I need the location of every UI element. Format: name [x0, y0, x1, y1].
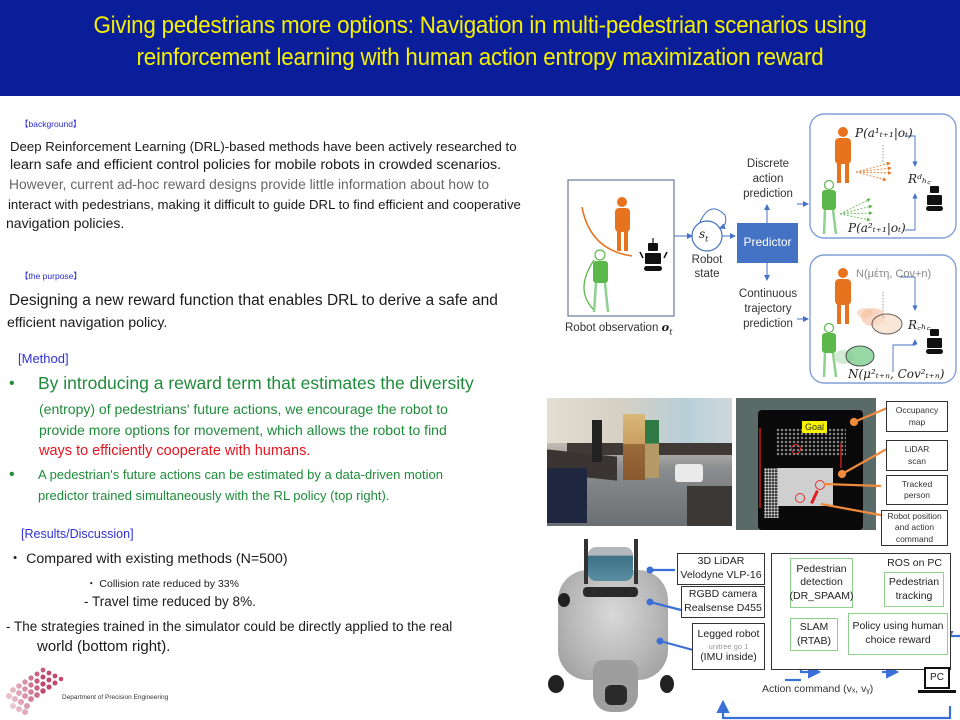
background-line-2: learn safe and efficient control policie…: [10, 157, 502, 173]
results-heading: [Results/Discussion]: [21, 527, 134, 541]
bullet-icon: •: [9, 466, 15, 483]
pc-icon: PC: [924, 667, 950, 689]
results-item-2-line1: - The strategies trained in the simulato…: [6, 619, 453, 634]
background-tag: 【background】: [20, 119, 82, 129]
background-line-3: However, current ad-hoc reward designs p…: [9, 177, 490, 192]
results-item-2-line2: world (bottom right).: [37, 638, 171, 655]
camera-box: RGBD camera Realsense D455: [681, 586, 765, 618]
person-figure: [592, 420, 602, 462]
title-line-1: Giving pedestrians more options: Navigat…: [93, 12, 867, 39]
method-bullet1-highlight: ways to efficiently cooperate with human…: [39, 443, 311, 459]
pedestrian-tracking-box: Pedestrian tracking: [884, 572, 944, 607]
continuous-prediction-label: Continuous trajectory prediction: [738, 288, 798, 330]
discrete-prob-1: P(a¹ₜ₊₁|oₜ): [855, 126, 913, 140]
method-bullet1-line1: By introducing a reward term that estima…: [38, 373, 474, 393]
department-logo-icon: [6, 667, 64, 715]
state-symbol: st: [699, 227, 709, 244]
laptop-base: [918, 690, 956, 693]
method-heading: [Method]: [18, 351, 69, 366]
normal-dist-1: N(μέτη, Cov+n): [856, 268, 932, 280]
normal-dist-2: N(μ²ₜ₊ₙ, Cov²ₜ₊ₙ): [848, 367, 945, 381]
bullet-icon: •: [9, 375, 15, 392]
purpose-line-1: Designing a new reward function that ena…: [9, 292, 498, 309]
tracked-person-label: Tracked person: [886, 475, 948, 505]
quadruped-robot: [675, 464, 703, 482]
person-figure: [645, 420, 659, 478]
discrete-prediction-label: Discrete action prediction: [743, 158, 793, 200]
predictor-label: Predictor: [743, 235, 792, 249]
predictor-diagram: Robot observation ot st Robot state Predi…: [560, 110, 960, 390]
reward-discrete: Rᵈₕ꜀: [908, 172, 932, 186]
method-bullet2-line2: predictor trained simultaneously with th…: [38, 488, 390, 503]
observation-label: Robot observation ot: [565, 320, 673, 337]
pedestrian-detection-box: Pedestrian detection (DR_SPAAM): [790, 558, 854, 608]
slam-box: SLAM (RTAB): [790, 618, 838, 651]
robot-state-label: Robot state: [691, 254, 723, 280]
lidar-scan-label: LiDAR scan: [886, 440, 948, 471]
method-bullet2-line1: A pedestrian's future actions can be est…: [38, 467, 443, 482]
person-figure: [623, 414, 645, 480]
title-line-2: reinforcement learning with human action…: [136, 44, 824, 71]
background-line-5: navigation policies.: [6, 215, 125, 231]
lidar-box: 3D LiDAR Velodyne VLP-16: [677, 553, 765, 585]
discrete-prob-2: P(a²ₜ₊₁|oₜ): [848, 221, 906, 235]
results-item-1: ・ Compared with existing methods (N=500): [8, 551, 288, 567]
experiment-photo: [547, 398, 732, 526]
reward-continuous: R꜀ₕ꜀: [908, 318, 931, 332]
method-bullet1-line2: (entropy) of pedestrians' future actions…: [39, 401, 448, 417]
policy-box: Policy using human choice reward: [848, 613, 948, 655]
background-line-1: Deep Reinforcement Learning (DRL)-based …: [10, 139, 517, 154]
action-command-label: Action command (vₓ, vᵧ): [762, 683, 874, 695]
title-banner: Giving pedestrians more options: Navigat…: [0, 0, 960, 96]
department-name: Department of Precision Engineering: [62, 694, 169, 701]
diagram-graphics: [567, 113, 957, 384]
purpose-line-2: efficient navigation policy.: [7, 315, 168, 331]
occupancy-map-label: Occupancy map: [886, 401, 948, 432]
purpose-tag: 【the purpose】: [20, 271, 82, 281]
legged-robot-box: Legged robot unitree go 1 (IMU inside): [692, 623, 765, 670]
results-sub-2: - Travel time reduced by 8%.: [84, 594, 256, 609]
background-line-4: interact with pedestrians, making it dif…: [8, 197, 521, 212]
method-bullet1-line3: provide more options for movement, which…: [39, 422, 447, 438]
results-sub-1: ・ Collision rate reduced by 33%: [86, 578, 239, 590]
map-callout-lines: [820, 407, 886, 518]
